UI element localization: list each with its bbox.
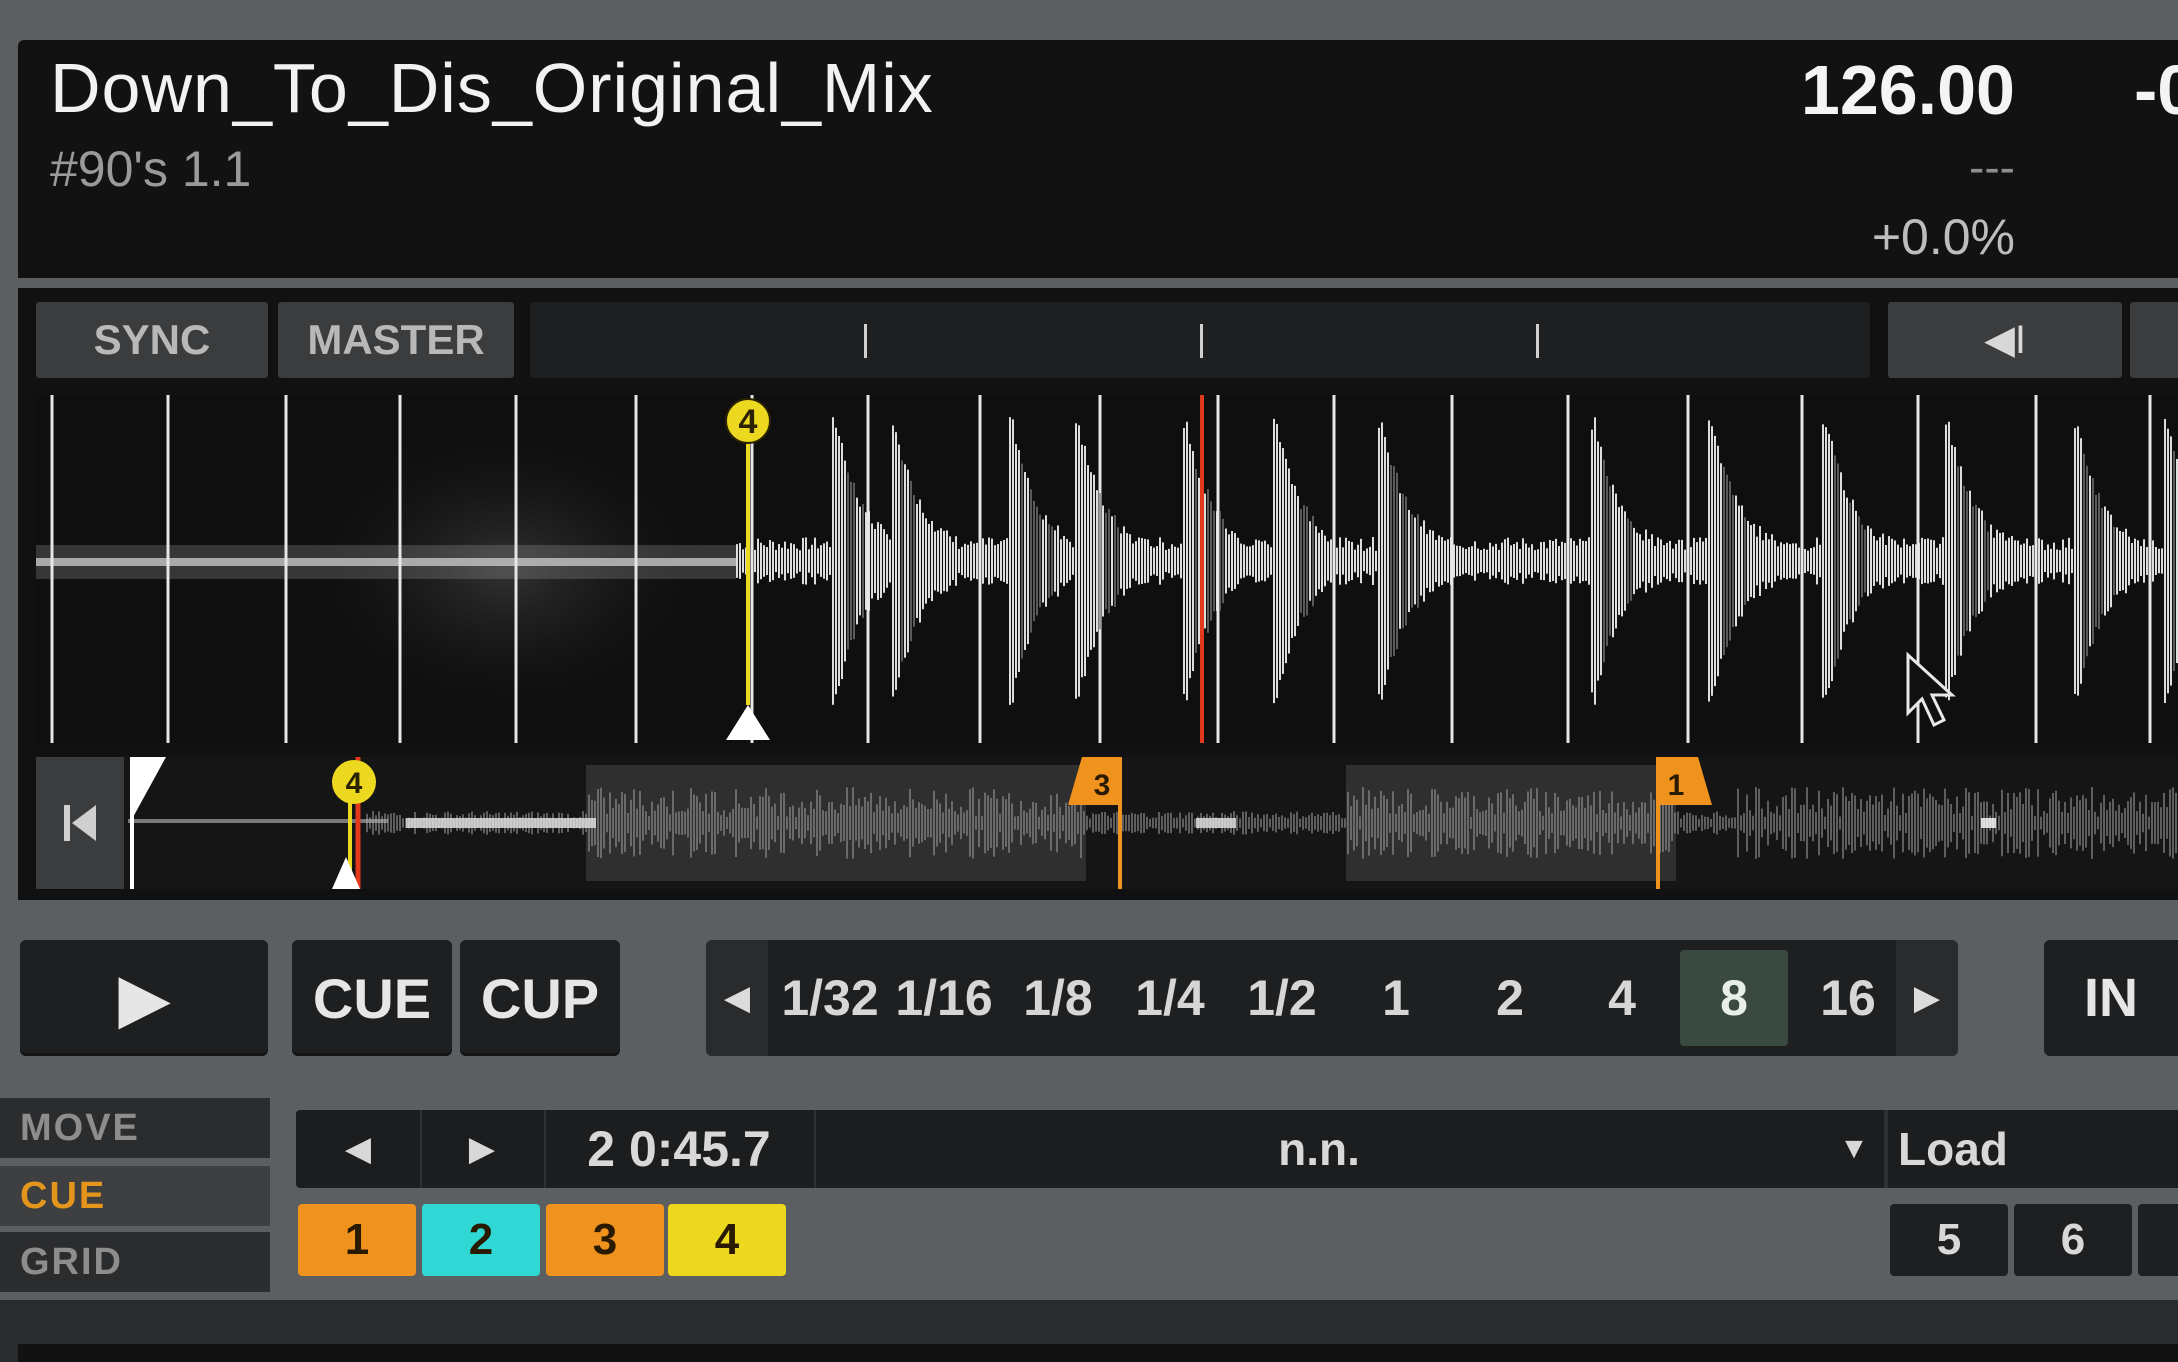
hotcue-6-button[interactable]: 6: [2014, 1204, 2132, 1276]
chevron-right-icon: ▶: [468, 1130, 496, 1168]
skip-to-start-icon: [64, 805, 96, 841]
play-icon: ▶: [119, 961, 169, 1034]
chevron-right-icon: ▶: [1913, 979, 1941, 1017]
waveform-peaks: [736, 417, 2178, 705]
cue-navigation-bar: ◀ ▶ 2 0:45.7 n.n. ▼ Load: [296, 1110, 2178, 1188]
loop-size-1-2[interactable]: 1/2: [1228, 940, 1336, 1056]
sync-button[interactable]: SYNC: [36, 302, 268, 378]
key-display: ---: [1969, 141, 2015, 193]
play-button[interactable]: ▶: [20, 940, 268, 1056]
tab-move[interactable]: MOVE: [0, 1098, 270, 1158]
phase-tick: [1200, 324, 1203, 358]
loop-size-16[interactable]: 16: [1794, 940, 1902, 1056]
loop-size-1-8[interactable]: 1/8: [1004, 940, 1112, 1056]
cue-name-field[interactable]: n.n.: [814, 1110, 1824, 1188]
loop-size-1[interactable]: 1: [1342, 940, 1450, 1056]
loop-size-2[interactable]: 2: [1456, 940, 1564, 1056]
loop-size-1-32[interactable]: 1/32: [776, 940, 884, 1056]
jump-to-start-button[interactable]: [36, 757, 124, 889]
overview-cue-label: 4: [346, 767, 363, 800]
load-cue-button[interactable]: Load: [1886, 1110, 2178, 1188]
phase-meter: [530, 302, 1870, 378]
tab-grid[interactable]: GRID: [0, 1232, 270, 1292]
loop-size-selector: ◀ 1/32 1/16 1/8 1/4 1/2 1 2 4 8 16 ▶: [706, 940, 1958, 1056]
overview-start-flag: [132, 757, 166, 819]
bpm-display: 126.00: [1800, 51, 2015, 129]
phase-tick: [1536, 324, 1539, 358]
overview-cue-label: 1: [1668, 769, 1685, 802]
chevron-left-icon: ◀: [344, 1130, 372, 1168]
cue-prev-button[interactable]: ◀: [296, 1110, 422, 1188]
chevron-down-icon: ▼: [1839, 1132, 1869, 1165]
cue-next-button[interactable]: ▶: [420, 1110, 546, 1188]
overview-waveform[interactable]: 4 3 1: [36, 757, 2178, 889]
cue-type-dropdown[interactable]: ▼: [1824, 1110, 1886, 1188]
tempo-display: +0.0%: [1871, 209, 2015, 265]
cue-position: 2 0:45.7: [544, 1110, 816, 1188]
loop-prev-button[interactable]: ◀: [706, 940, 768, 1056]
waveform-graphic: 4: [36, 395, 2178, 743]
next-deck-panel: [18, 1344, 2178, 1362]
cue-button[interactable]: CUE: [292, 940, 452, 1056]
cup-button[interactable]: CUP: [460, 940, 620, 1056]
beatjump-back-button[interactable]: ◀I: [1888, 302, 2122, 378]
loop-size-1-4[interactable]: 1/4: [1116, 940, 1224, 1056]
hotcue-7-button[interactable]: [2138, 1204, 2178, 1276]
beatjump-forward-button[interactable]: [2130, 302, 2178, 378]
tab-cue[interactable]: CUE: [0, 1166, 270, 1226]
hotcue-5-button[interactable]: 5: [1890, 1204, 2008, 1276]
track-artist: #90's 1.1: [50, 141, 252, 197]
remaining-time: -0: [2134, 51, 2178, 129]
hotcue-4-button[interactable]: 4: [668, 1204, 786, 1276]
loop-size-1-16[interactable]: 1/16: [890, 940, 998, 1056]
overview-graphic: 4 3 1: [128, 757, 2177, 889]
master-button[interactable]: MASTER: [278, 302, 514, 378]
hotcue-2-button[interactable]: 2: [422, 1204, 540, 1276]
overview-cue-label: 3: [1094, 769, 1111, 802]
loop-size-4[interactable]: 4: [1568, 940, 1676, 1056]
skip-back-icon: ◀I: [1984, 318, 2026, 362]
track-title: Down_To_Dis_Original_Mix: [50, 49, 934, 127]
main-waveform[interactable]: 4: [36, 395, 2178, 743]
loop-size-8[interactable]: 8: [1680, 950, 1788, 1046]
loop-next-button[interactable]: ▶: [1896, 940, 1958, 1056]
hotcue-1-button[interactable]: 1: [298, 1204, 416, 1276]
phase-tick: [864, 324, 867, 358]
main-cue-label: 4: [739, 403, 758, 441]
hotcue-3-button[interactable]: 3: [546, 1204, 664, 1276]
chevron-left-icon: ◀: [723, 979, 751, 1017]
intro-waveform-glow: [36, 545, 736, 579]
loop-in-button[interactable]: IN: [2044, 940, 2178, 1056]
